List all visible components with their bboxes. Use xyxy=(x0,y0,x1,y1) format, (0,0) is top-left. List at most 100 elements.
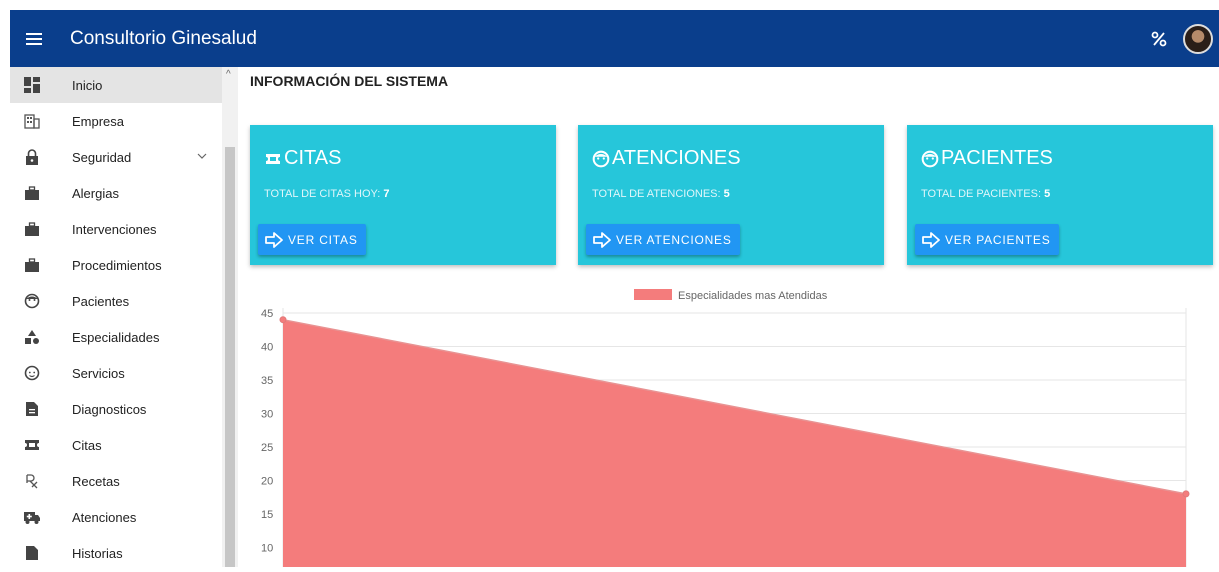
briefcase-icon xyxy=(22,255,42,275)
sidebar-item-label: Procedimientos xyxy=(72,257,162,273)
sidebar-item-citas[interactable]: Citas xyxy=(10,427,222,463)
face-icon xyxy=(22,291,42,311)
button-label: VER PACIENTES xyxy=(945,232,1051,247)
ticket-icon xyxy=(22,435,42,455)
scrollbar-thumb[interactable] xyxy=(225,147,235,567)
ticket-icon xyxy=(266,153,280,164)
ver-pacientes-button[interactable]: VER PACIENTES xyxy=(915,224,1059,255)
arrow-right-icon xyxy=(593,231,611,248)
sidebar-item-servicios[interactable]: Servicios xyxy=(10,355,222,391)
sidebar-item-label: Pacientes xyxy=(72,293,130,309)
sidebar-item-label: Intervenciones xyxy=(72,221,157,237)
app-title: Consultorio Ginesalud xyxy=(70,27,257,49)
briefcase-icon xyxy=(22,219,42,239)
sidebar-item-recetas[interactable]: Recetas xyxy=(10,463,222,499)
sidebar-item-label: Citas xyxy=(72,437,102,453)
card-title-text: CITAS xyxy=(284,147,342,169)
main-content: INFORMACIÓN DEL SISTEMA CITAS TOTAL DE C… xyxy=(238,67,1219,567)
card-subtitle: TOTAL DE PACIENTES: 5 xyxy=(921,188,1050,200)
scroll-up-icon[interactable]: ^ xyxy=(226,69,231,80)
ver-citas-button[interactable]: VER CITAS xyxy=(258,224,366,255)
face-icon xyxy=(921,150,939,167)
prescription-icon xyxy=(22,471,42,491)
avatar[interactable] xyxy=(1183,23,1213,54)
button-label: VER ATENCIONES xyxy=(616,232,732,247)
sidebar-item-label: Seguridad xyxy=(72,149,132,165)
card-title: PACIENTES xyxy=(921,147,1053,170)
chevron-down-icon[interactable] xyxy=(196,150,208,162)
sidebar-item-label: Empresa xyxy=(72,113,125,129)
card-sub-label: TOTAL DE PACIENTES: xyxy=(921,188,1042,200)
sidebar-item-seguridad[interactable]: Seguridad xyxy=(10,139,222,175)
sidebar-item-intervenciones[interactable]: Intervenciones xyxy=(10,211,222,247)
hamburger-icon xyxy=(26,32,42,45)
card-value: 5 xyxy=(723,188,730,200)
sidebar-item-pacientes[interactable]: Pacientes xyxy=(10,283,222,319)
menu-button[interactable] xyxy=(10,10,58,67)
sidebar-item-label: Atenciones xyxy=(72,509,137,525)
sidebar-item-inicio[interactable]: Inicio xyxy=(10,67,222,103)
legend-swatch xyxy=(634,289,672,300)
sidebar-item-label: Servicios xyxy=(72,365,125,381)
sidebar-item-historias[interactable]: Historias xyxy=(10,535,222,567)
card-title: ATENCIONES xyxy=(592,147,741,170)
percent-tools-icon[interactable] xyxy=(1149,29,1169,49)
card-value: 7 xyxy=(383,188,390,200)
sidebar-item-empresa[interactable]: Empresa xyxy=(10,103,222,139)
sidebar-item-label: Historias xyxy=(72,545,123,561)
top-right-actions xyxy=(1149,23,1219,54)
sidebar-item-alergias[interactable]: Alergias xyxy=(10,175,222,211)
briefcase-icon xyxy=(22,183,42,203)
face-icon xyxy=(592,150,610,167)
data-point xyxy=(279,316,287,324)
button-label: VER CITAS xyxy=(288,232,358,247)
card-title-text: PACIENTES xyxy=(941,147,1053,169)
sidebar-item-label: Alergias xyxy=(72,185,119,201)
sidebar-item-label: Especialidades xyxy=(72,329,160,345)
file-icon xyxy=(22,543,42,563)
top-app-bar: Consultorio Ginesalud xyxy=(10,10,1219,67)
arrow-right-icon xyxy=(265,231,283,248)
sidebar-item-label: Diagnosticos xyxy=(72,401,147,417)
sidebar: Inicio Empresa Seguridad Alergias Interv… xyxy=(10,67,222,567)
sidebar-item-label: Inicio xyxy=(72,77,103,93)
sidebar-item-especialidades[interactable]: Especialidades xyxy=(10,319,222,355)
card-subtitle: TOTAL DE ATENCIONES: 5 xyxy=(592,188,730,200)
area-fill xyxy=(283,319,1186,567)
lock-icon xyxy=(22,147,42,167)
y-tick-label: 25 xyxy=(261,442,273,454)
ambulance-icon xyxy=(22,507,42,527)
legend-label: Especialidades mas Atendidas xyxy=(678,290,828,302)
data-point xyxy=(1182,490,1190,498)
card-subtitle: TOTAL DE CITAS HOY: 7 xyxy=(264,188,390,200)
sidebar-item-diagnosticos[interactable]: Diagnosticos xyxy=(10,391,222,427)
card-citas: CITAS TOTAL DE CITAS HOY: 7 VER CITAS xyxy=(250,125,556,265)
y-tick-label: 20 xyxy=(261,476,273,488)
card-title: CITAS xyxy=(264,147,341,170)
document-icon xyxy=(22,399,42,419)
card-title-text: ATENCIONES xyxy=(612,147,741,169)
card-sub-label: TOTAL DE CITAS HOY: xyxy=(264,188,381,200)
y-tick-label: 15 xyxy=(261,509,273,521)
y-tick-label: 10 xyxy=(261,543,273,555)
arrow-right-icon xyxy=(922,231,940,248)
dashboard-icon xyxy=(22,75,42,95)
shapes-icon xyxy=(22,327,42,347)
sidebar-scrollbar[interactable]: ^ xyxy=(222,67,238,567)
card-atenciones: ATENCIONES TOTAL DE ATENCIONES: 5 VER AT… xyxy=(578,125,884,265)
y-tick-label: 45 xyxy=(261,308,273,320)
especialidades-chart: Especialidades mas Atendidas 10 15 20 25 30 35… xyxy=(238,287,1219,567)
y-tick-label: 40 xyxy=(261,342,273,354)
ver-atenciones-button[interactable]: VER ATENCIONES xyxy=(586,224,740,255)
card-sub-label: TOTAL DE ATENCIONES: xyxy=(592,188,721,200)
card-value: 5 xyxy=(1044,188,1051,200)
y-tick-label: 30 xyxy=(261,409,273,421)
card-pacientes: PACIENTES TOTAL DE PACIENTES: 5 VER PACI… xyxy=(907,125,1213,265)
area-chart-svg: Especialidades mas Atendidas 10 15 20 25 30 35… xyxy=(261,289,1190,567)
sidebar-item-atenciones[interactable]: Atenciones xyxy=(10,499,222,535)
sidebar-item-procedimientos[interactable]: Procedimientos xyxy=(10,247,222,283)
page-title: INFORMACIÓN DEL SISTEMA xyxy=(250,73,449,89)
building-icon xyxy=(22,111,42,131)
y-tick-label: 35 xyxy=(261,375,273,387)
baby-face-icon xyxy=(22,363,42,383)
